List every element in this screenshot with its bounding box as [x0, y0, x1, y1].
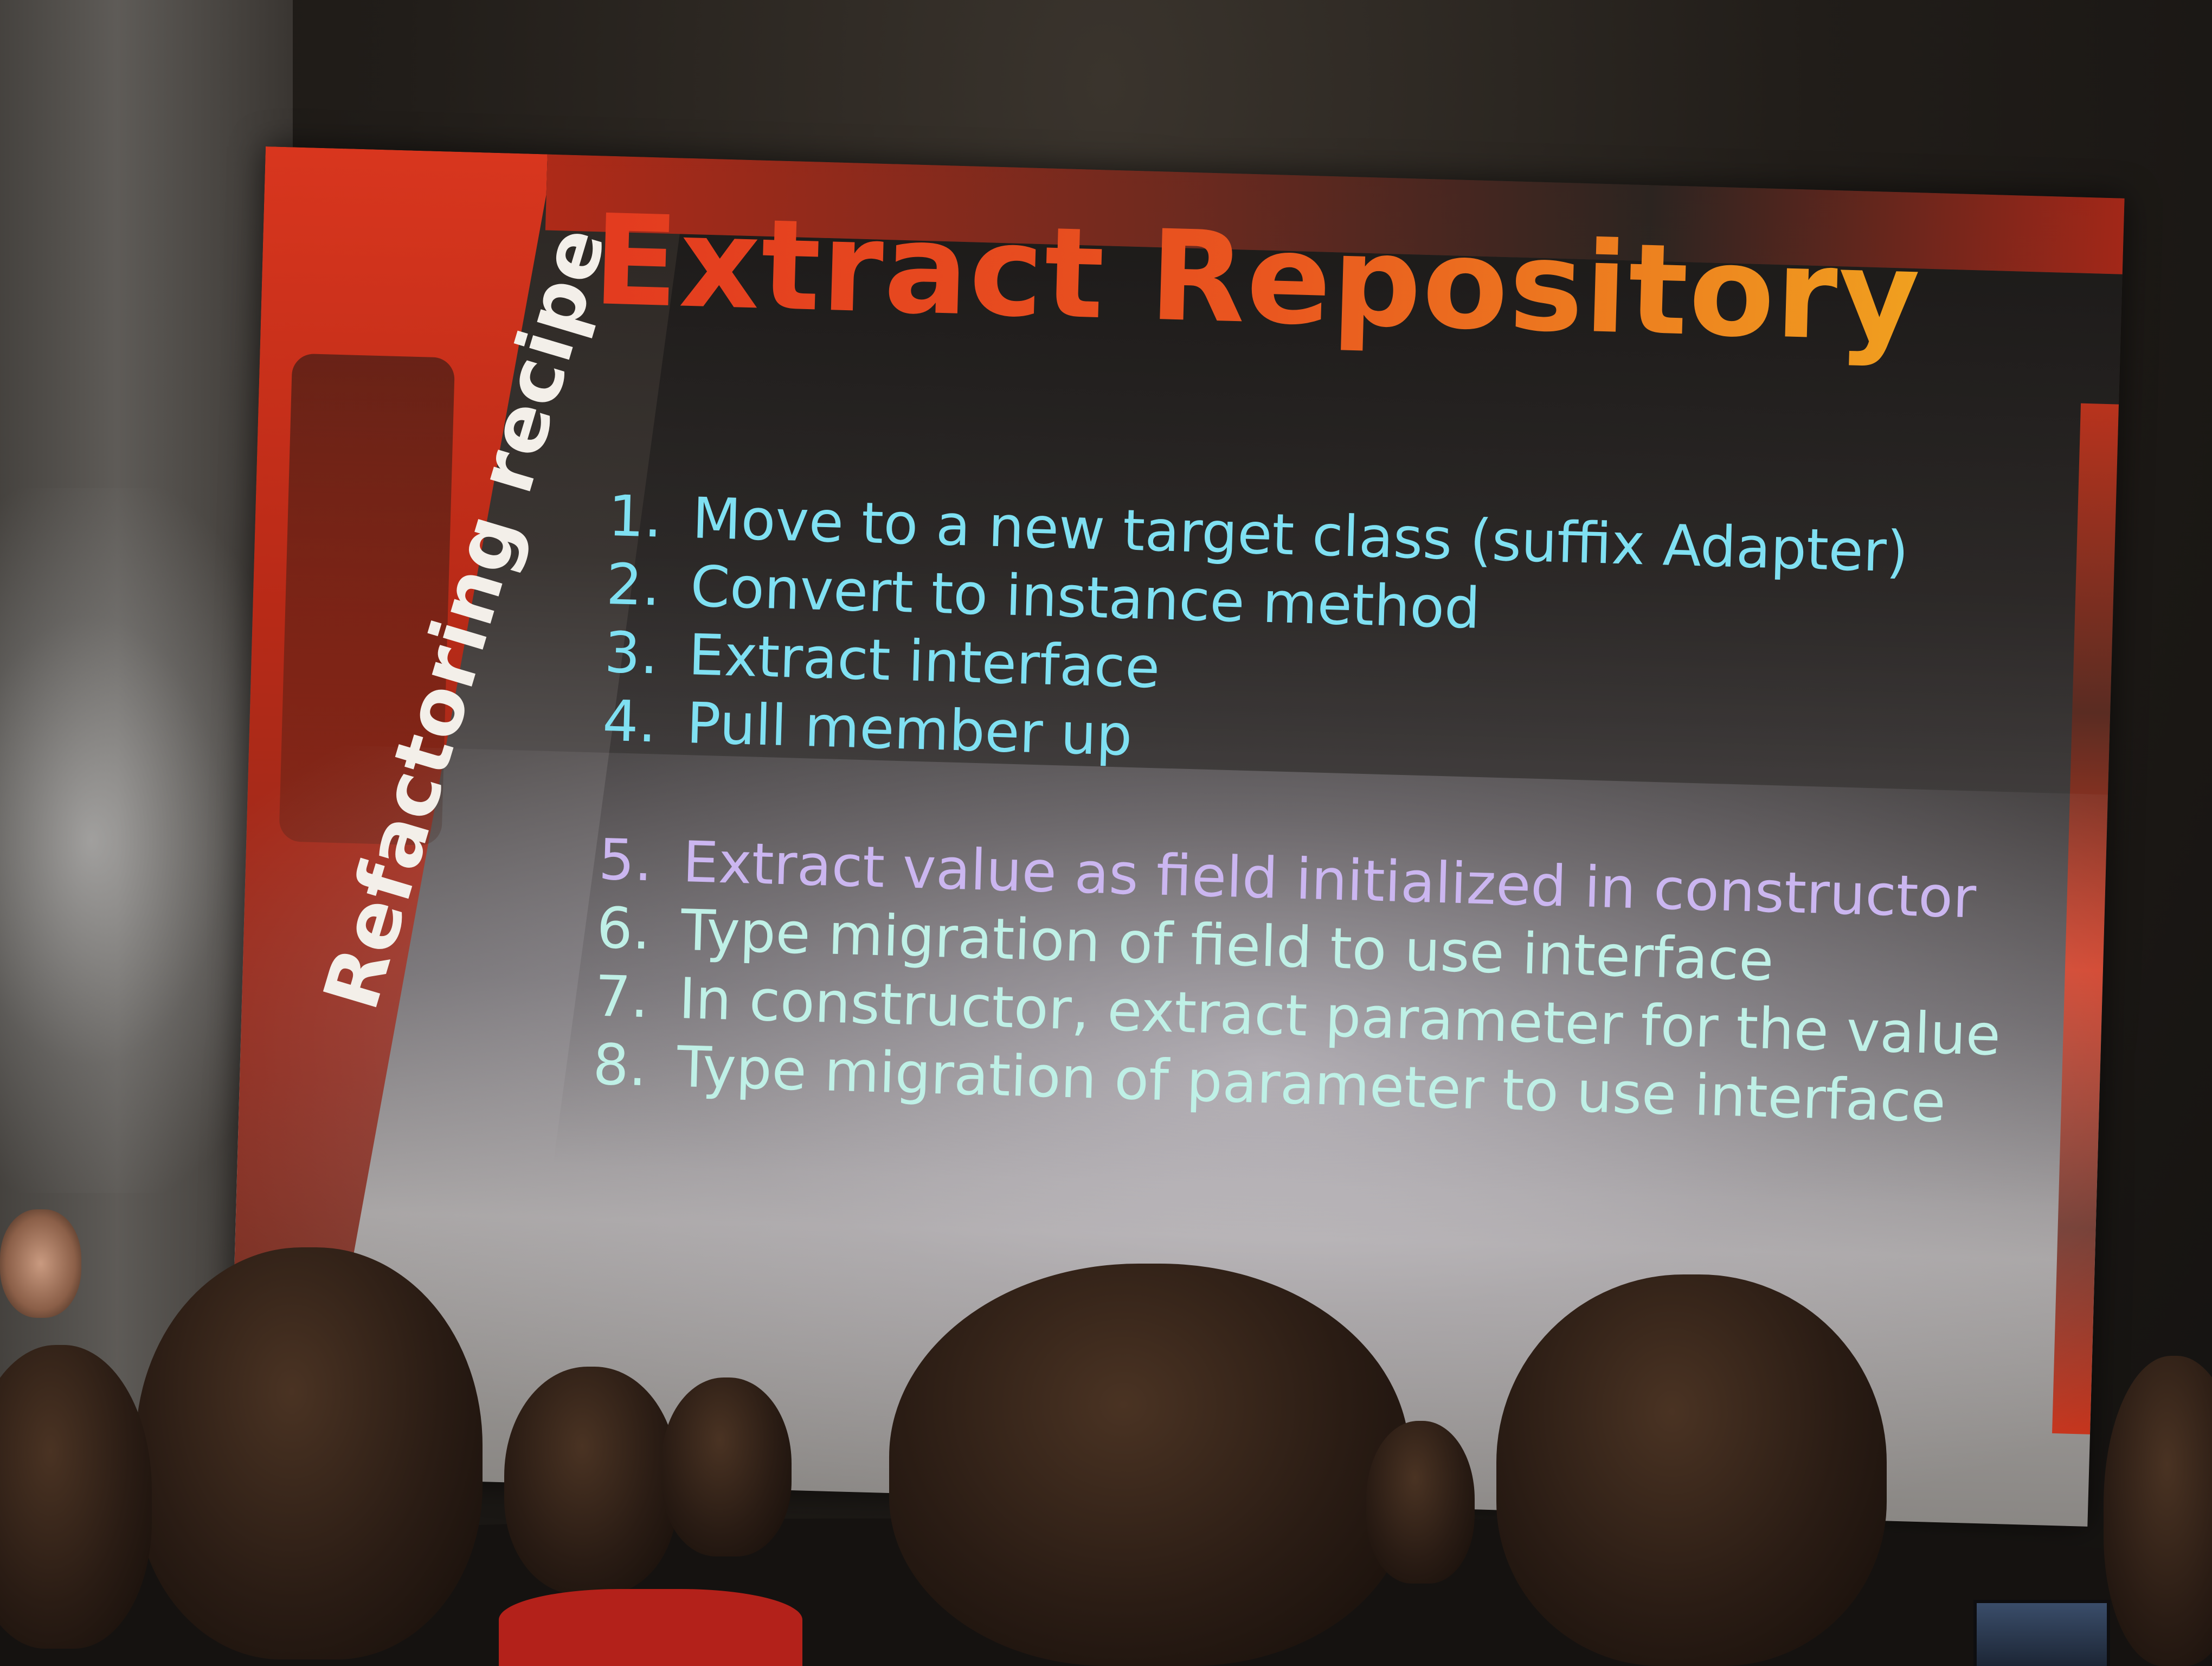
audience-head — [661, 1377, 792, 1556]
audience-head — [2104, 1356, 2212, 1666]
step-number: 4. — [601, 687, 658, 755]
step-number: 3. — [603, 619, 659, 687]
audience-head — [0, 1345, 152, 1649]
step-number: 8. — [592, 1031, 648, 1099]
step-number: 6. — [596, 894, 652, 963]
audience-laptop — [1973, 1600, 2110, 1666]
step-number: 7. — [594, 963, 650, 1031]
step-text: Pull member up — [685, 690, 1134, 769]
audience-red-shirt — [499, 1589, 802, 1666]
audience-head — [136, 1247, 483, 1659]
steps-list: 1. Move to a new target class (suffix Ada… — [563, 481, 2015, 1194]
step-text: Extract interface — [687, 621, 1161, 701]
steps-group-b: 5. Extract value as field initialized in … — [564, 824, 2005, 1138]
steps-group-a: 1. Move to a new target class (suffix Ada… — [574, 481, 2015, 794]
step-number: 5. — [597, 826, 654, 894]
audience-head — [889, 1264, 1410, 1666]
audience-head — [1366, 1421, 1475, 1584]
audience-head — [504, 1367, 678, 1594]
step-number: 1. — [607, 482, 663, 550]
audience-head — [1496, 1274, 1887, 1666]
photo-scene: Refactoring recipe Extract Repository 1.… — [0, 0, 2212, 1666]
audience — [0, 1139, 2212, 1666]
step-number: 2. — [605, 550, 661, 619]
